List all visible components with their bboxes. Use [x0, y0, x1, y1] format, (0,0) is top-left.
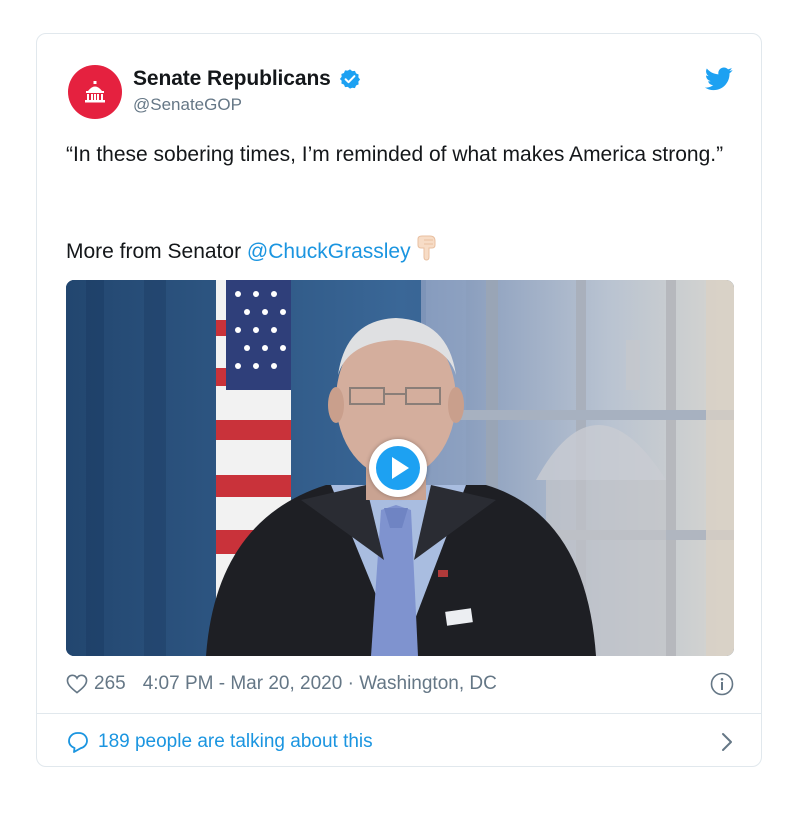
tweet-more-line: More from Senator @ChuckGrassley	[66, 235, 437, 266]
account-avatar[interactable]	[68, 65, 122, 119]
account-handle[interactable]: @SenateGOP	[133, 95, 242, 115]
tweet-text: “In these sobering times, I’m reminded o…	[66, 140, 726, 169]
play-button[interactable]	[369, 439, 427, 497]
video-player[interactable]	[66, 280, 734, 656]
meta-separator: ·	[342, 673, 360, 694]
chevron-right-icon[interactable]	[720, 731, 734, 753]
pointing-down-hand-icon	[417, 235, 436, 261]
like-button[interactable]: 265	[66, 673, 126, 695]
twitter-bird-icon[interactable]	[705, 67, 733, 91]
account-name-row[interactable]: Senate Republicans	[133, 67, 361, 91]
play-icon	[376, 446, 420, 490]
info-icon[interactable]	[710, 672, 734, 696]
conversation-link[interactable]: 189 people are talking about this	[66, 730, 734, 754]
account-name[interactable]: Senate Republicans	[133, 67, 331, 91]
mention-link[interactable]: @ChuckGrassley	[247, 240, 411, 263]
tweet-body: “In these sobering times, I’m reminded o…	[66, 143, 724, 166]
tweet-card: Senate Republicans @SenateGOP “In these …	[36, 33, 762, 767]
reply-bubble-icon	[68, 732, 88, 753]
conversation-label[interactable]: 189 people are talking about this	[98, 731, 373, 753]
divider	[37, 713, 761, 714]
tweet-timestamp[interactable]: 4:07 PM - Mar 20, 2020	[143, 673, 343, 695]
tweet-location[interactable]: Washington, DC	[359, 673, 497, 695]
capitol-logo-icon	[85, 81, 105, 103]
like-count: 265	[94, 673, 126, 694]
tweet-meta: 265 4:07 PM - Mar 20, 2020 · Washington,…	[66, 672, 734, 696]
verified-badge-icon	[339, 69, 360, 89]
more-prefix: More from Senator	[66, 240, 247, 263]
heart-icon	[66, 674, 88, 694]
